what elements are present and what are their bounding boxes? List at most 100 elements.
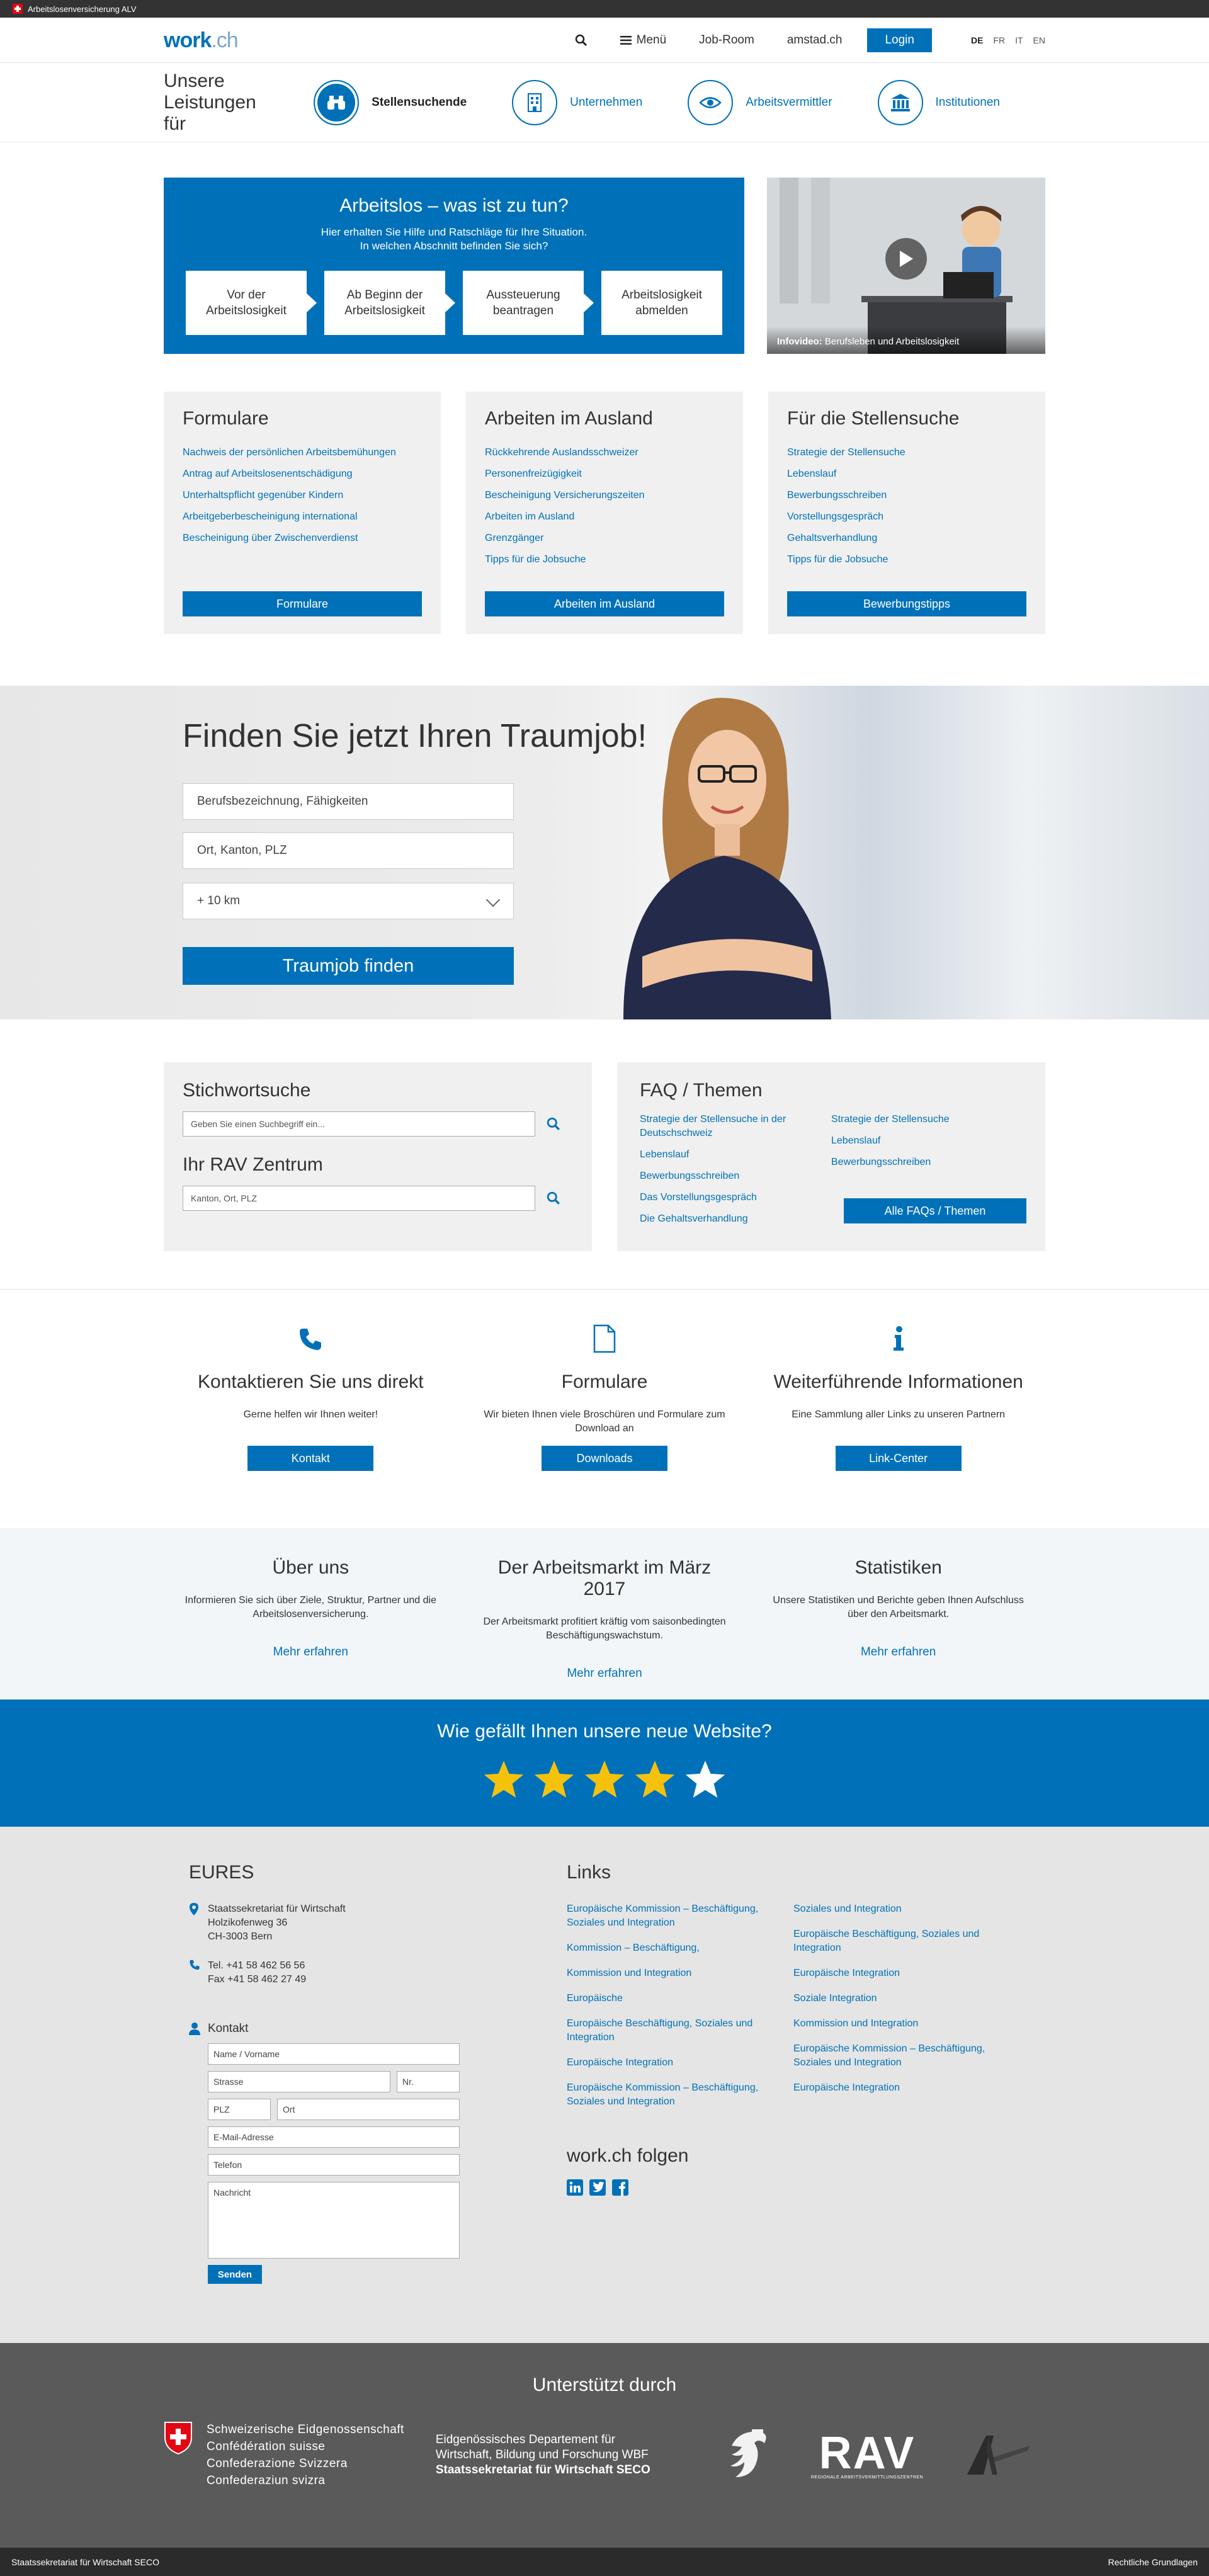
card-link[interactable]: Antrag auf Arbeitslosenentschädigung bbox=[183, 463, 422, 485]
faq-link[interactable]: Bewerbungsschreiben bbox=[640, 1169, 831, 1183]
card-link[interactable]: Bescheinigung über Zwischenverdienst bbox=[183, 528, 422, 549]
card-link[interactable]: Arbeiten im Ausland bbox=[485, 506, 724, 528]
star-filled-icon[interactable] bbox=[482, 1759, 525, 1800]
service-unternehmen[interactable]: Unternehmen bbox=[512, 80, 642, 125]
logo[interactable]: work.ch bbox=[164, 28, 239, 53]
login-button[interactable]: Login bbox=[867, 28, 932, 52]
rav-title: Ihr RAV Zentrum bbox=[183, 1154, 323, 1175]
card-link[interactable]: Strategie der Stellensuche bbox=[787, 442, 1026, 463]
footer-link[interactable]: Kommission und Integration bbox=[567, 1966, 773, 1980]
footer-link[interactable]: Europäische Kommission – Beschäftigung, … bbox=[567, 2081, 773, 2109]
search-icon[interactable] bbox=[547, 1117, 560, 1131]
footer-link[interactable]: Soziale Integration bbox=[793, 1992, 1000, 2006]
mehr-erfahren-link[interactable]: Mehr erfahren bbox=[479, 1667, 730, 1681]
card-link[interactable]: Tipps für die Jobsuche bbox=[787, 549, 1026, 570]
mehr-erfahren-link[interactable]: Mehr erfahren bbox=[184, 1645, 436, 1659]
card-link[interactable]: Vorstellungsgespräch bbox=[787, 506, 1026, 528]
faq-link[interactable]: Die Gehaltsverhandlung bbox=[640, 1212, 831, 1226]
card-link[interactable]: Tipps für die Jobsuche bbox=[485, 549, 724, 570]
send-button[interactable]: Senden bbox=[208, 2265, 262, 2284]
rav-input[interactable]: Kanton, Ort, PLZ bbox=[183, 1186, 535, 1211]
footer-link[interactable]: Soziales und Integration bbox=[793, 1902, 1000, 1916]
star-filled-icon[interactable] bbox=[633, 1759, 676, 1800]
faq-link[interactable]: Lebenslauf bbox=[831, 1134, 1023, 1148]
number-field[interactable]: Nr. bbox=[397, 2071, 460, 2092]
card-link[interactable]: Bescheinigung Versicherungszeiten bbox=[485, 485, 724, 506]
formulare-button[interactable]: Formulare bbox=[183, 591, 422, 616]
bewerbungstipps-button[interactable]: Bewerbungstipps bbox=[787, 591, 1026, 616]
card-link[interactable]: Lebenslauf bbox=[787, 463, 1026, 485]
service-stellensuchende[interactable]: Stellensuchende bbox=[314, 80, 467, 125]
downloads-button[interactable]: Downloads bbox=[541, 1446, 667, 1471]
card-link[interactable]: Bewerbungsschreiben bbox=[787, 485, 1026, 506]
street-field[interactable]: Strasse bbox=[208, 2071, 390, 2092]
nav-amstad[interactable]: amstad.ch bbox=[787, 33, 843, 47]
faq-link[interactable]: Bewerbungsschreiben bbox=[831, 1155, 1023, 1169]
faq-link[interactable]: Lebenslauf bbox=[640, 1148, 831, 1162]
footer-link[interactable]: Kommission – Beschäftigung, bbox=[567, 1941, 773, 1955]
card-link[interactable]: Nachweis der persönlichen Arbeitsbemühun… bbox=[183, 442, 422, 463]
bottom-org: Staatssekretariat für Wirtschaft SECO bbox=[11, 2556, 159, 2567]
card-link[interactable]: Gehaltsverhandlung bbox=[787, 528, 1026, 549]
star-filled-icon[interactable] bbox=[533, 1759, 576, 1800]
link-center-button[interactable]: Link-Center bbox=[835, 1446, 962, 1471]
star-filled-icon[interactable] bbox=[583, 1759, 626, 1800]
zip-field[interactable]: PLZ bbox=[208, 2099, 271, 2120]
star-empty-icon[interactable] bbox=[684, 1759, 727, 1800]
card-link[interactable]: Arbeitgeberbescheinigung international bbox=[183, 506, 422, 528]
traumjob-finden-button[interactable]: Traumjob finden bbox=[183, 947, 514, 985]
faq-link[interactable]: Strategie der Stellensuche bbox=[831, 1113, 1023, 1126]
card-link[interactable]: Grenzgänger bbox=[485, 528, 724, 549]
twitter-icon[interactable] bbox=[589, 2179, 606, 2196]
footer-link[interactable]: Europäische Beschäftigung, Soziales und … bbox=[793, 1927, 1000, 1955]
lang-en[interactable]: EN bbox=[1033, 35, 1045, 45]
wbf-line: Eidgenössisches Departement für bbox=[435, 2433, 615, 2446]
card-link[interactable]: Personenfreizügigkeit bbox=[485, 463, 724, 485]
footer-link[interactable]: Europäische Integration bbox=[567, 2056, 773, 2070]
footer-link[interactable]: Europäische Kommission – Beschäftigung, … bbox=[793, 2042, 1000, 2070]
service-institutionen[interactable]: Institutionen bbox=[877, 80, 1000, 125]
search-icon[interactable] bbox=[575, 34, 587, 47]
all-faqs-button[interactable]: Alle FAQs / Themen bbox=[844, 1198, 1026, 1223]
info-video[interactable]: Infovideo: Berufsleben und Arbeitslosigk… bbox=[767, 178, 1045, 354]
email-field[interactable]: E-Mail-Adresse bbox=[208, 2126, 460, 2148]
ausland-button[interactable]: Arbeiten im Ausland bbox=[485, 591, 724, 616]
legal-link[interactable]: Rechtliche Grundlagen bbox=[1108, 2557, 1198, 2567]
footer-link[interactable]: Europäische Integration bbox=[793, 2081, 1000, 2095]
message-field[interactable]: Nachricht bbox=[208, 2182, 460, 2259]
mehr-erfahren-link[interactable]: Mehr erfahren bbox=[773, 1645, 1025, 1659]
facebook-icon[interactable] bbox=[612, 2179, 628, 2196]
menu-button[interactable]: Menü bbox=[620, 33, 666, 47]
city-field[interactable]: Ort bbox=[277, 2099, 460, 2120]
lang-de[interactable]: DE bbox=[971, 35, 983, 45]
play-icon[interactable] bbox=[885, 238, 927, 280]
faq-link[interactable]: Strategie der Stellensuche in der Deutsc… bbox=[640, 1113, 831, 1140]
lang-it[interactable]: IT bbox=[1015, 35, 1023, 45]
step-abmelden[interactable]: Arbeitslosigkeit abmelden bbox=[601, 271, 722, 335]
step-vor[interactable]: Vor der Arbeitslosigkeit bbox=[186, 271, 317, 335]
contact-text: Wir bieten Ihnen viele Broschüren und Fo… bbox=[484, 1409, 725, 1434]
footer-link[interactable]: Europäische Integration bbox=[793, 1966, 1000, 1980]
name-field[interactable]: Name / Vorname bbox=[208, 2043, 460, 2065]
card-link[interactable]: Unterhaltspflicht gegenüber Kindern bbox=[183, 485, 422, 506]
card-link[interactable]: Rückkehrende Auslandsschweizer bbox=[485, 442, 724, 463]
step-ab-beginn[interactable]: Ab Beginn der Arbeitslosigkeit bbox=[324, 271, 455, 335]
lang-fr[interactable]: FR bbox=[993, 35, 1005, 45]
radius-select[interactable]: + 10 km bbox=[183, 883, 514, 919]
location-input[interactable]: Ort, Kanton, PLZ bbox=[183, 832, 514, 869]
footer-link[interactable]: Europäische Kommission – Beschäftigung, … bbox=[567, 1902, 773, 1930]
footer-link[interactable]: Europäische Beschäftigung, Soziales und … bbox=[567, 2017, 773, 2045]
footer-link[interactable]: Kommission und Integration bbox=[793, 2017, 1000, 2031]
kontakt-button[interactable]: Kontakt bbox=[247, 1446, 374, 1471]
faq-link[interactable]: Das Vorstellungsgespräch bbox=[640, 1191, 831, 1205]
search-icon[interactable] bbox=[547, 1191, 560, 1205]
phone-field[interactable]: Telefon bbox=[208, 2154, 460, 2176]
nav-jobroom[interactable]: Job-Room bbox=[699, 33, 754, 47]
user-icon bbox=[189, 2023, 208, 2035]
step-aussteuerung[interactable]: Aussteuerung beantragen bbox=[463, 271, 594, 335]
job-title-input[interactable]: Berufsbezeichnung, Fähigkeiten bbox=[183, 783, 514, 820]
footer-link[interactable]: Europäische bbox=[567, 1992, 773, 2006]
service-arbeitsvermittler[interactable]: Arbeitsvermittler bbox=[688, 80, 832, 125]
linkedin-icon[interactable] bbox=[567, 2179, 583, 2196]
keyword-input[interactable]: Geben Sie einen Suchbegriff ein... bbox=[183, 1111, 535, 1137]
